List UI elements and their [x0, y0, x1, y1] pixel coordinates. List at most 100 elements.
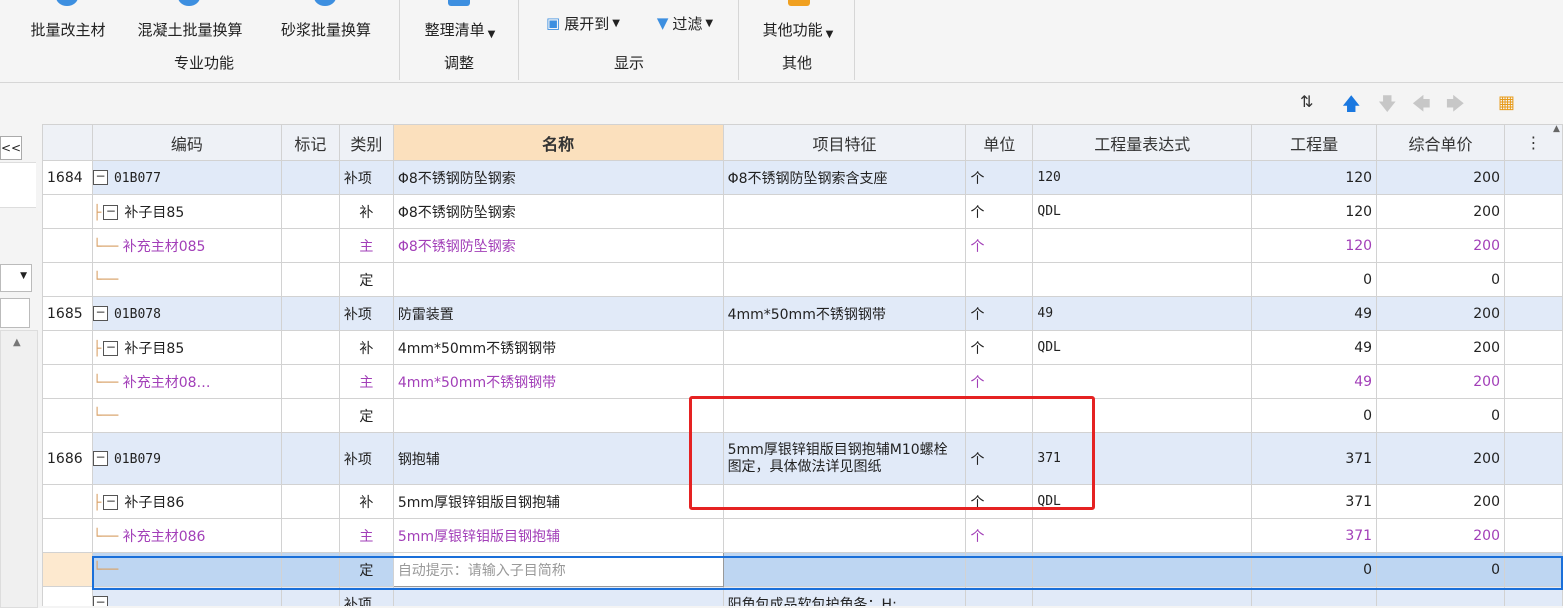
- move-right-icon[interactable]: 🡆: [1446, 92, 1465, 122]
- mark-cell[interactable]: [280, 330, 340, 365]
- row-number-cell[interactable]: [42, 194, 93, 229]
- organize-list-button[interactable]: 整理清单 ▼: [412, 0, 508, 40]
- expression-cell[interactable]: [1032, 586, 1253, 606]
- feature-cell[interactable]: [722, 518, 967, 553]
- code-cell[interactable]: └──: [91, 262, 282, 297]
- row-number-cell[interactable]: 1684: [42, 160, 93, 195]
- expression-cell[interactable]: 120: [1032, 160, 1253, 195]
- collapse-node-icon[interactable]: −: [93, 596, 108, 606]
- quantity-cell[interactable]: 0: [1251, 552, 1378, 587]
- mortar-convert-button[interactable]: 砂浆批量换算: [270, 0, 382, 40]
- unit-cell[interactable]: [965, 586, 1034, 606]
- name-cell[interactable]: [392, 398, 724, 433]
- mark-cell[interactable]: [280, 432, 340, 485]
- name-cell[interactable]: Φ8不锈钢防坠钢索: [392, 228, 724, 263]
- name-cell[interactable]: 防雷装置: [392, 296, 724, 331]
- collapse-node-icon[interactable]: −: [93, 451, 108, 466]
- quantity-cell[interactable]: 371: [1251, 484, 1378, 519]
- panel-input[interactable]: [0, 298, 30, 328]
- name-cell[interactable]: 4mm*50mm不锈钢钢带: [392, 330, 724, 365]
- unit-price-cell[interactable]: [1376, 586, 1505, 606]
- collapse-button[interactable]: <<: [0, 136, 22, 160]
- category-cell[interactable]: 定: [338, 262, 394, 297]
- scroll-up-icon[interactable]: ▲: [1553, 124, 1563, 144]
- unit-cell[interactable]: 个: [965, 160, 1034, 195]
- expression-cell[interactable]: [1032, 228, 1253, 263]
- code-cell[interactable]: −01B077: [91, 160, 282, 195]
- expression-cell[interactable]: [1032, 552, 1253, 587]
- mark-cell[interactable]: [280, 262, 340, 297]
- row-number-cell[interactable]: 1685: [42, 296, 93, 331]
- unit-cell[interactable]: 个: [965, 296, 1034, 331]
- header-unit-price[interactable]: 综合单价: [1376, 124, 1505, 161]
- category-cell[interactable]: 补项: [338, 432, 394, 485]
- header-expression[interactable]: 工程量表达式: [1032, 124, 1253, 161]
- row-number-cell[interactable]: [42, 484, 93, 519]
- quantity-cell[interactable]: 0: [1251, 398, 1378, 433]
- move-left-icon[interactable]: 🡄: [1412, 92, 1431, 122]
- mark-cell[interactable]: [280, 228, 340, 263]
- name-cell[interactable]: 自动提示：请输入子目简称: [392, 552, 724, 587]
- category-cell[interactable]: 补项: [338, 586, 394, 606]
- collapse-node-icon[interactable]: −: [93, 306, 108, 321]
- expand-to-button[interactable]: ▣ 展开到 ▼: [532, 10, 634, 36]
- name-cell[interactable]: [392, 262, 724, 297]
- unit-price-cell[interactable]: 200: [1376, 484, 1505, 519]
- table-row[interactable]: └── 补充主材086 主 5mm厚银锌钼版目钢抱辅 个 371 200: [42, 518, 1563, 553]
- filter-button[interactable]: ▼ 过滤 ▼: [644, 10, 726, 36]
- unit-price-cell[interactable]: 200: [1376, 160, 1505, 195]
- table-row[interactable]: └── 定 0 0: [42, 262, 1563, 297]
- category-cell[interactable]: 主: [338, 518, 394, 553]
- code-cell[interactable]: └── 补充主材085: [91, 228, 282, 263]
- mark-cell[interactable]: [280, 398, 340, 433]
- expression-cell[interactable]: [1032, 518, 1253, 553]
- category-cell[interactable]: 定: [338, 398, 394, 433]
- quantity-cell[interactable]: 49: [1251, 330, 1378, 365]
- feature-cell[interactable]: Φ8不锈钢防坠钢索含支座: [722, 160, 967, 195]
- unit-price-cell[interactable]: 200: [1376, 364, 1505, 399]
- feature-cell[interactable]: [722, 262, 967, 297]
- header-quantity[interactable]: 工程量: [1251, 124, 1378, 161]
- header-code[interactable]: 编码: [91, 124, 282, 161]
- unit-price-cell[interactable]: 0: [1376, 398, 1505, 433]
- name-cell[interactable]: 5mm厚银锌钼版目钢抱辅: [392, 518, 724, 553]
- code-cell[interactable]: −: [91, 586, 282, 606]
- quantity-cell[interactable]: 49: [1251, 364, 1378, 399]
- table-row[interactable]: └── 定 自动提示：请输入子目简称 0 0: [42, 552, 1563, 587]
- collapse-node-icon[interactable]: −: [103, 205, 119, 220]
- mark-cell[interactable]: [280, 518, 340, 553]
- quantity-cell[interactable]: 120: [1251, 194, 1378, 229]
- move-down-icon[interactable]: 🡇: [1378, 92, 1397, 122]
- category-cell[interactable]: 补: [338, 330, 394, 365]
- feature-cell[interactable]: 4mm*50mm不锈钢钢带: [722, 296, 967, 331]
- name-cell[interactable]: 钢抱辅: [392, 432, 724, 485]
- quantity-cell[interactable]: 371: [1251, 518, 1378, 553]
- category-cell[interactable]: 补: [338, 484, 394, 519]
- move-up-icon[interactable]: 🡅: [1342, 92, 1361, 122]
- unit-price-cell[interactable]: 200: [1376, 194, 1505, 229]
- quantity-cell[interactable]: 120: [1251, 228, 1378, 263]
- table-row[interactable]: ├ − 补子目85 补 4mm*50mm不锈钢钢带 个 QDL 49 200: [42, 330, 1563, 365]
- panel-scrollbar[interactable]: ▲: [0, 330, 38, 608]
- expression-cell[interactable]: [1032, 364, 1253, 399]
- unit-price-cell[interactable]: 200: [1376, 228, 1505, 263]
- feature-cell[interactable]: [722, 364, 967, 399]
- unit-cell[interactable]: [965, 552, 1034, 587]
- expression-cell[interactable]: QDL: [1032, 330, 1253, 365]
- mark-cell[interactable]: [280, 296, 340, 331]
- unit-cell[interactable]: 个: [965, 330, 1034, 365]
- unit-price-cell[interactable]: 0: [1376, 552, 1505, 587]
- row-number-cell[interactable]: [42, 262, 93, 297]
- unit-cell[interactable]: [965, 262, 1034, 297]
- feature-cell[interactable]: [722, 552, 967, 587]
- unit-price-cell[interactable]: 0: [1376, 262, 1505, 297]
- code-cell[interactable]: ├ − 补子目85: [91, 194, 282, 229]
- mark-cell[interactable]: [280, 160, 340, 195]
- settings-icon[interactable]: ▦: [1498, 92, 1515, 113]
- category-cell[interactable]: 补项: [338, 296, 394, 331]
- table-row[interactable]: − 补项 阳角包成品软包护角条：H:: [42, 586, 1563, 606]
- row-number-cell[interactable]: [42, 518, 93, 553]
- unit-price-cell[interactable]: 200: [1376, 296, 1505, 331]
- collapse-node-icon[interactable]: −: [93, 170, 108, 185]
- name-cell[interactable]: 5mm厚银锌钼版目钢抱辅: [392, 484, 724, 519]
